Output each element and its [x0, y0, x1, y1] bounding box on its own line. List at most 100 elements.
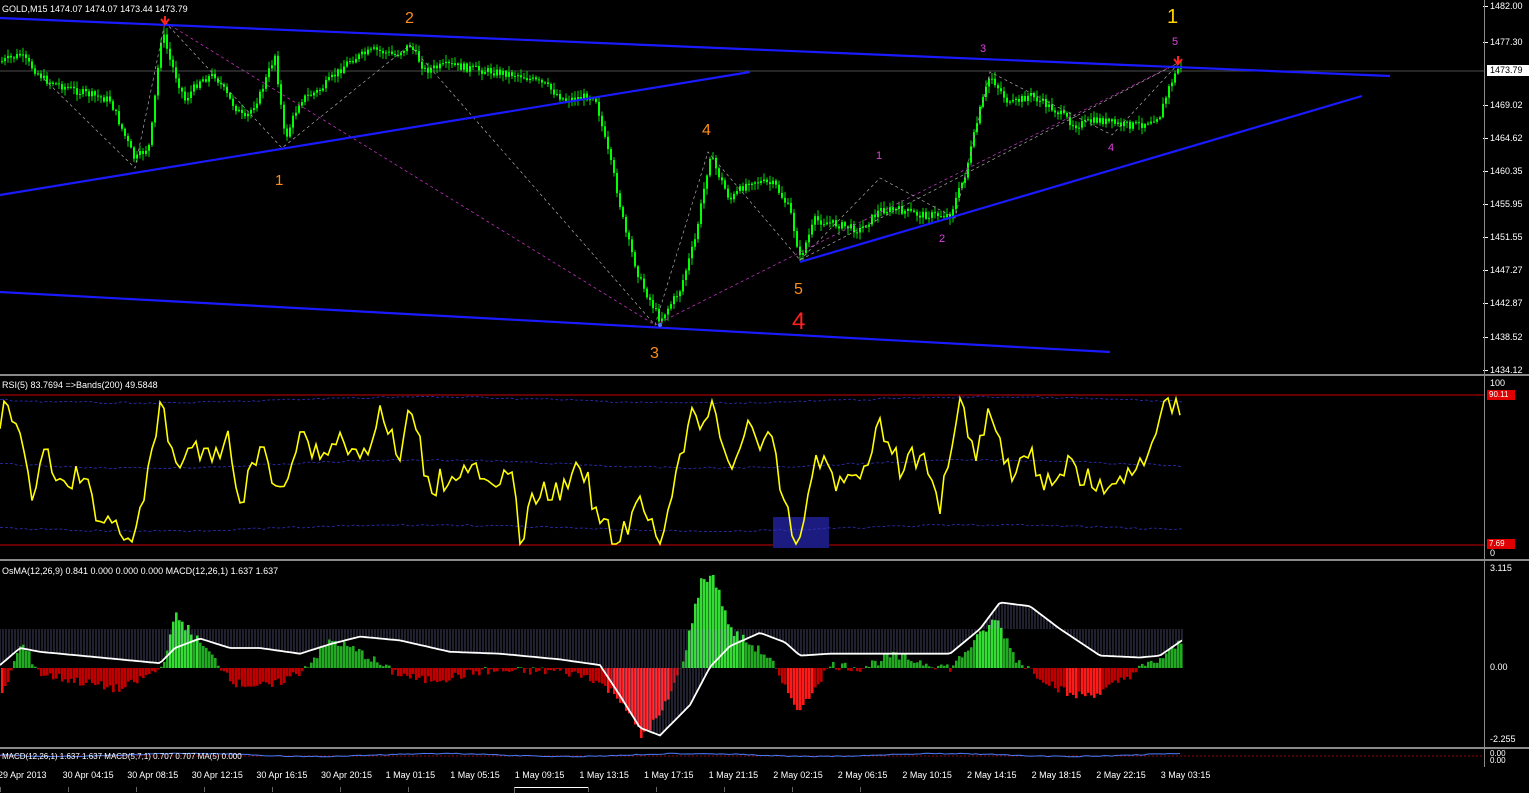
osma-bar — [382, 666, 385, 668]
price-axis-label: 1455.95 — [1490, 199, 1523, 210]
osma-bar — [487, 668, 490, 675]
osma-bar — [874, 660, 877, 668]
candle — [841, 219, 843, 231]
time-axis-label: 30 Apr 20:15 — [321, 770, 373, 780]
candle — [820, 214, 822, 232]
candle — [109, 90, 111, 104]
osma-bar — [226, 668, 229, 673]
chart-tab[interactable] — [408, 787, 515, 792]
osma-bar — [1024, 668, 1027, 669]
candle — [844, 220, 846, 230]
candle — [859, 223, 861, 240]
osma-bar — [136, 668, 139, 684]
candle — [997, 82, 999, 96]
osma-bar — [1177, 640, 1180, 668]
osma-bar — [193, 639, 196, 668]
candle — [643, 273, 645, 293]
osma-bar — [793, 668, 796, 705]
chart-tab[interactable] — [272, 787, 341, 792]
chart-tab[interactable] — [656, 787, 725, 792]
candle — [1024, 91, 1026, 102]
candle — [1114, 116, 1116, 127]
osma-bar — [1153, 662, 1156, 668]
osma-bar — [1048, 668, 1051, 686]
osma-bar — [754, 651, 757, 668]
osma-bar — [13, 661, 16, 668]
osma-bar — [1042, 668, 1045, 683]
osma-bar — [322, 646, 325, 668]
candle — [301, 99, 303, 109]
candle — [724, 177, 726, 190]
chart-tab[interactable] — [68, 787, 137, 792]
chart-tab[interactable] — [340, 787, 409, 792]
price-axis-label: 1438.52 — [1490, 331, 1523, 342]
price-chart[interactable] — [0, 0, 1484, 374]
candle — [22, 47, 24, 63]
osma-bar — [871, 660, 874, 668]
wave-label: 4 — [1108, 142, 1115, 154]
candle — [958, 181, 960, 201]
osma-bar — [445, 668, 448, 683]
osma-bar — [946, 664, 949, 668]
candle — [439, 60, 441, 72]
rsi-pane[interactable]: RSI(5) 83.7694 =>Bands(200) 49.5848 100 … — [0, 376, 1529, 559]
osma-bar — [574, 668, 577, 672]
osma-bar — [448, 668, 451, 681]
candle — [1060, 104, 1062, 120]
osma-bar — [577, 668, 580, 674]
chart-tab[interactable] — [0, 787, 69, 792]
chart-tab[interactable] — [792, 787, 861, 792]
candle — [391, 45, 393, 56]
rsi-chart[interactable] — [0, 376, 1484, 559]
osma-bar — [502, 668, 505, 672]
osma-bar — [859, 668, 862, 672]
candle — [769, 175, 771, 191]
candle — [871, 213, 873, 227]
candle — [1150, 116, 1152, 126]
candle — [919, 211, 921, 225]
osma-bar — [583, 668, 586, 676]
chart-tab[interactable] — [136, 787, 205, 792]
chart-tab-active[interactable] — [514, 787, 589, 793]
osma-bar — [973, 640, 976, 668]
candle — [451, 57, 453, 69]
osma-bar — [580, 668, 583, 678]
osma-chart[interactable] — [0, 561, 1484, 747]
candle — [7, 49, 9, 63]
candle — [313, 90, 315, 100]
osma-bar — [316, 658, 319, 668]
osma-bar — [91, 668, 94, 684]
price-pane[interactable]: GOLD,M15 1474.07 1474.07 1473.44 1473.79… — [0, 0, 1529, 375]
osma-bar — [148, 668, 151, 675]
osma-bar — [904, 654, 907, 668]
candle — [673, 293, 675, 309]
osma-pane[interactable]: OsMA(12,26,9) 0.841 0.000 0.000 0.000 MA… — [0, 561, 1529, 747]
macd-pane[interactable]: MACD(12,26,1) 1.637 1.637 MACD(5,7,1) 0.… — [0, 749, 1529, 767]
osma-bar — [427, 668, 430, 677]
chart-tab[interactable] — [724, 787, 793, 792]
osma-bar — [1051, 668, 1054, 682]
osma-bar — [790, 668, 793, 699]
wave-label: 3 — [980, 43, 987, 55]
osma-bar — [1015, 662, 1018, 668]
candle — [445, 54, 447, 68]
osma-bar — [433, 668, 436, 681]
osma-bar — [847, 668, 850, 671]
candle — [379, 45, 381, 58]
osma-bar — [916, 662, 919, 668]
wave-label: 1 — [1167, 6, 1179, 28]
candle — [223, 82, 225, 91]
osma-bar — [340, 646, 343, 668]
candle — [415, 44, 417, 55]
candle — [697, 221, 699, 243]
osma-bar — [505, 668, 508, 672]
osma-bar — [985, 631, 988, 668]
candle — [34, 64, 36, 77]
osma-bar — [1129, 668, 1132, 680]
chart-tab[interactable] — [588, 787, 657, 792]
osma-bar — [460, 668, 463, 679]
time-axis-label: 1 May 09:15 — [514, 770, 565, 780]
chart-tab[interactable] — [860, 787, 929, 792]
chart-tab[interactable] — [204, 787, 273, 792]
candle — [781, 186, 783, 200]
